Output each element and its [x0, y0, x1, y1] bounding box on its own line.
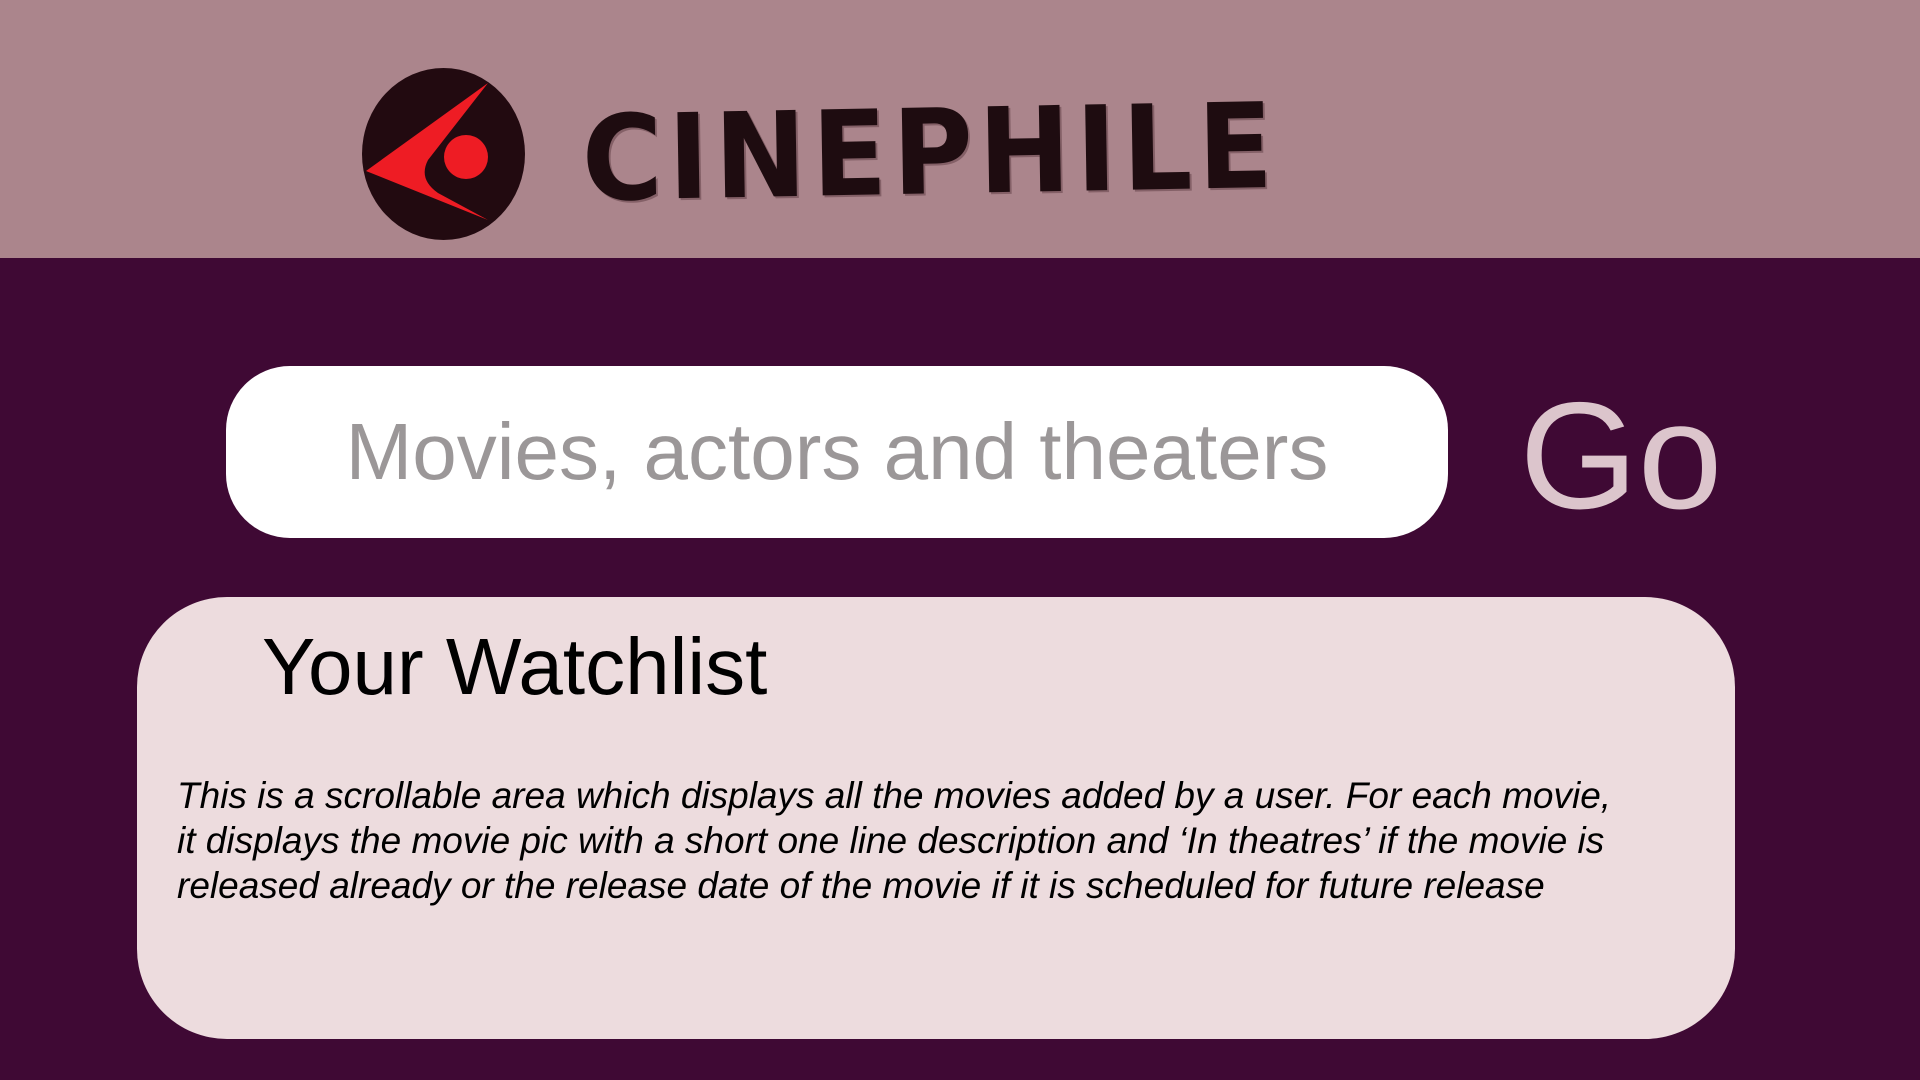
film-camera-logo-icon[interactable]: [362, 68, 525, 240]
watchlist-panel[interactable]: Your Watchlist This is a scrollable area…: [137, 597, 1735, 1039]
watchlist-title: Your Watchlist: [262, 622, 768, 711]
go-button[interactable]: Go: [1514, 376, 1728, 536]
brand-name: CINEPHILE: [580, 76, 1280, 228]
app-header: CINEPHILE: [0, 0, 1920, 258]
search-input[interactable]: [226, 366, 1448, 538]
watchlist-description: This is a scrollable area which displays…: [177, 775, 1612, 906]
